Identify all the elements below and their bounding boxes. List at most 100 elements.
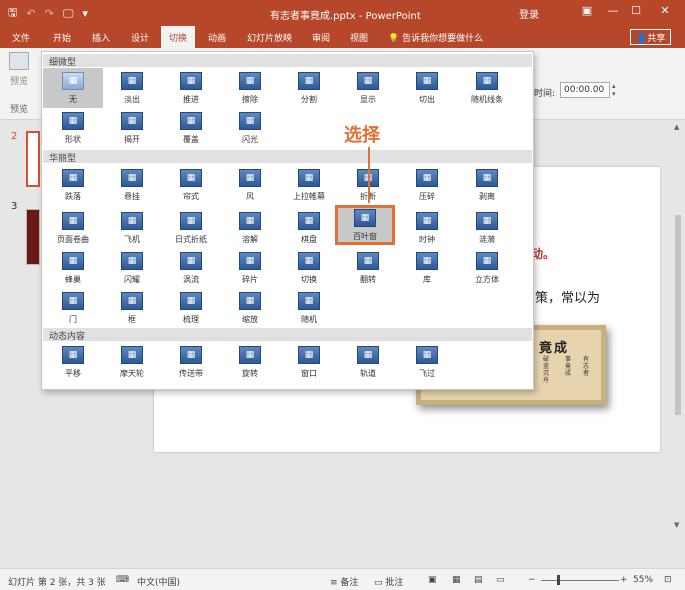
transition-label: 淡出 xyxy=(124,95,140,104)
transition-option-exciting-12[interactable]: ▦ 棋盘 xyxy=(279,208,339,248)
tab-design[interactable]: 设计 xyxy=(131,31,149,44)
slide-sorter-icon[interactable]: ▦ xyxy=(452,575,461,585)
transition-option-exciting-9[interactable]: ▦ 飞机 xyxy=(102,208,162,248)
transition-option-dynamic-6[interactable]: ▦ 飞过 xyxy=(397,342,457,382)
slide-thumbnail-2[interactable] xyxy=(26,131,40,187)
scroll-up-icon[interactable]: ▲ xyxy=(674,123,679,131)
close-button[interactable]: ✕ xyxy=(656,4,674,17)
share-button[interactable]: 👤共享 xyxy=(630,29,672,45)
transition-option-exciting-6[interactable]: ▦ 压碎 xyxy=(397,165,457,205)
reading-view-icon[interactable]: ▤ xyxy=(474,575,483,585)
transition-option-dynamic-0[interactable]: ▦ 平移 xyxy=(43,342,103,382)
transition-option-exciting-24[interactable]: ▦ 门 xyxy=(43,288,103,328)
language-indicator[interactable]: 中文(中国) xyxy=(137,575,180,588)
transition-label: 缩放 xyxy=(242,315,258,324)
transition-option-exciting-23[interactable]: ▦ 立方体 xyxy=(457,248,517,288)
transition-label: 随机 xyxy=(301,315,317,324)
slide-thumbnail-3[interactable] xyxy=(26,209,40,265)
slideshow-view-icon[interactable]: ▭ xyxy=(496,575,505,585)
transition-option-exciting-3[interactable]: ▦ 风 xyxy=(220,165,280,205)
tab-file[interactable]: 文件 xyxy=(12,31,30,44)
transition-option-exciting-21[interactable]: ▦ 翻转 xyxy=(338,248,398,288)
transition-option-exciting-4[interactable]: ▦ 上拉帷幕 xyxy=(279,165,339,205)
tab-review[interactable]: 审阅 xyxy=(312,31,330,44)
transition-label: 立方体 xyxy=(475,275,499,284)
transition-option-exciting-8[interactable]: ▦ 页面卷曲 xyxy=(43,208,103,248)
fit-to-window-icon[interactable]: ⊡ xyxy=(664,575,672,585)
transition-option-subtle-8[interactable]: ▦ 形状 xyxy=(43,108,103,148)
duration-input[interactable]: 00:00.00 xyxy=(560,82,610,98)
transition-option-exciting-16[interactable]: ▦ 蜂巢 xyxy=(43,248,103,288)
scrollbar-thumb[interactable] xyxy=(675,215,681,415)
transition-option-exciting-25[interactable]: ▦ 框 xyxy=(102,288,162,328)
transition-option-subtle-4[interactable]: ▦ 分割 xyxy=(279,68,339,108)
vertical-scrollbar[interactable]: ▲ ▼ xyxy=(671,121,685,568)
transition-option-subtle-6[interactable]: ▦ 切出 xyxy=(397,68,457,108)
save-icon[interactable]: 🖫 xyxy=(8,4,17,23)
transition-option-subtle-1[interactable]: ▦ 淡出 xyxy=(102,68,162,108)
transition-option-exciting-27[interactable]: ▦ 缩放 xyxy=(220,288,280,328)
transition-option-exciting-7[interactable]: ▦ 剥离 xyxy=(457,165,517,205)
transition-option-subtle-2[interactable]: ▦ 推进 xyxy=(161,68,221,108)
preview-button[interactable]: 预览 xyxy=(6,52,32,87)
tab-view[interactable]: 视图 xyxy=(350,31,368,44)
transition-option-subtle-0[interactable]: ▦ 无 xyxy=(43,68,103,108)
transition-option-subtle-7[interactable]: ▦ 随机线条 xyxy=(457,68,517,108)
tell-me-search[interactable]: 💡 告诉我你想要做什么 xyxy=(388,31,483,44)
transition-option-exciting-18[interactable]: ▦ 涡流 xyxy=(161,248,221,288)
tab-slideshow[interactable]: 幻灯片放映 xyxy=(247,31,292,44)
tab-home[interactable]: 开始 xyxy=(53,31,71,44)
zoom-slider-handle[interactable] xyxy=(557,575,560,585)
login-link[interactable]: 登录 xyxy=(519,6,539,21)
transition-option-exciting-19[interactable]: ▦ 碎片 xyxy=(220,248,280,288)
tab-transitions[interactable]: 切换 xyxy=(161,26,196,48)
transition-label: 棋盘 xyxy=(301,235,317,244)
transition-option-subtle-5[interactable]: ▦ 显示 xyxy=(338,68,398,108)
customize-qat-icon[interactable]: ▾ xyxy=(82,7,88,20)
tab-insert[interactable]: 插入 xyxy=(92,31,110,44)
preview-button-label: 预览 xyxy=(9,77,28,87)
transition-option-exciting-22[interactable]: ▦ 库 xyxy=(397,248,457,288)
transition-option-dynamic-2[interactable]: ▦ 传送带 xyxy=(161,342,221,382)
normal-view-icon[interactable]: ▣ xyxy=(428,575,437,585)
transition-option-subtle-9[interactable]: ▦ 揭开 xyxy=(102,108,162,148)
transition-option-exciting-0[interactable]: ▦ 跌落 xyxy=(43,165,103,205)
maximize-button[interactable]: ☐ xyxy=(627,4,645,17)
zoom-level[interactable]: 55% xyxy=(633,575,653,585)
ribbon-display-options-icon[interactable]: ▣ xyxy=(578,4,596,17)
transition-option-exciting-2[interactable]: ▦ 帘式 xyxy=(161,165,221,205)
transition-option-exciting-14[interactable]: ▦ 时钟 xyxy=(397,208,457,248)
zoom-out-button[interactable]: − xyxy=(528,575,536,585)
transition-option-exciting-15[interactable]: ▦ 涟漪 xyxy=(457,208,517,248)
transition-option-subtle-10[interactable]: ▦ 覆盖 xyxy=(161,108,221,148)
transition-option-dynamic-4[interactable]: ▦ 窗口 xyxy=(279,342,339,382)
status-bar: 幻灯片 第 2 张，共 3 张 ⌨ 中文(中国) ≡ 备注 ▭ 批注 ▣ ▦ ▤… xyxy=(0,568,685,590)
comments-button[interactable]: ▭ 批注 xyxy=(374,575,403,588)
scroll-down-icon[interactable]: ▼ xyxy=(674,521,679,529)
transition-option-exciting-28[interactable]: ▦ 随机 xyxy=(279,288,339,328)
zoom-slider[interactable] xyxy=(541,580,619,581)
transition-option-exciting-13[interactable]: ▦ 百叶窗 xyxy=(335,205,395,245)
zoom-in-button[interactable]: + xyxy=(620,575,628,585)
transition-label: 页面卷曲 xyxy=(57,235,89,244)
transition-option-exciting-10[interactable]: ▦ 日式折纸 xyxy=(161,208,221,248)
transition-option-exciting-20[interactable]: ▦ 切换 xyxy=(279,248,339,288)
present-from-start-icon[interactable]: 🖵 xyxy=(63,7,74,21)
spellcheck-icon[interactable]: ⌨ xyxy=(116,575,129,585)
transition-option-exciting-11[interactable]: ▦ 溶解 xyxy=(220,208,280,248)
transition-option-exciting-1[interactable]: ▦ 悬挂 xyxy=(102,165,162,205)
transition-option-subtle-3[interactable]: ▦ 擦除 xyxy=(220,68,280,108)
transition-option-exciting-17[interactable]: ▦ 闪耀 xyxy=(102,248,162,288)
notes-button[interactable]: ≡ 备注 xyxy=(330,575,358,588)
transition-option-subtle-11[interactable]: ▦ 闪光 xyxy=(220,108,280,148)
redo-icon[interactable]: ↷ xyxy=(45,7,54,20)
minimize-button[interactable]: — xyxy=(604,4,622,17)
duration-spinner-icon[interactable]: ▴ ▾ xyxy=(612,82,616,98)
transition-option-dynamic-5[interactable]: ▦ 轨道 xyxy=(338,342,398,382)
comment-icon: ▭ xyxy=(374,578,386,588)
transition-option-exciting-26[interactable]: ▦ 梳理 xyxy=(161,288,221,328)
undo-icon[interactable]: ↶ xyxy=(26,7,35,20)
transition-option-dynamic-1[interactable]: ▦ 摩天轮 xyxy=(102,342,162,382)
transition-option-dynamic-3[interactable]: ▦ 旋转 xyxy=(220,342,280,382)
tab-animations[interactable]: 动画 xyxy=(208,31,226,44)
